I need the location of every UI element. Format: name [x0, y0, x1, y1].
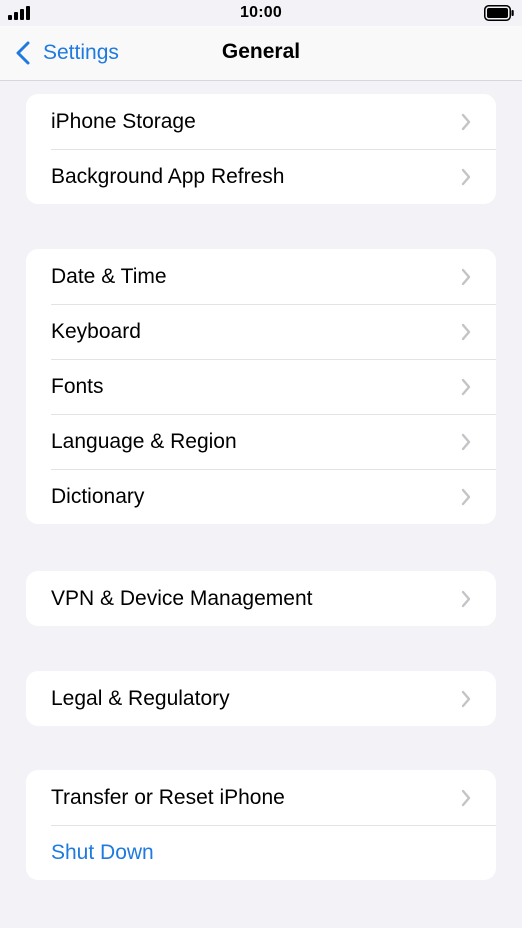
navigation-bar: Settings General [0, 26, 522, 81]
row-label: iPhone Storage [51, 109, 196, 133]
shut-down-label: Shut Down [51, 840, 154, 864]
chevron-right-icon [461, 113, 471, 130]
chevron-right-icon [461, 690, 471, 707]
chevron-right-icon [461, 323, 471, 340]
page-title: General [221, 40, 301, 63]
row-label: Date & Time [51, 264, 167, 288]
row-dictionary[interactable]: Dictionary [26, 469, 496, 524]
row-legal-regulatory[interactable]: Legal & Regulatory [26, 671, 496, 726]
shut-down-button[interactable]: Shut Down [26, 825, 496, 880]
row-keyboard[interactable]: Keyboard [26, 304, 496, 359]
settings-group-storage: iPhone Storage Background App Refresh [26, 94, 496, 204]
row-transfer-reset-iphone[interactable]: Transfer or Reset iPhone [26, 770, 496, 825]
settings-group-vpn: VPN & Device Management [26, 571, 496, 626]
chevron-right-icon [461, 268, 471, 285]
row-background-app-refresh[interactable]: Background App Refresh [26, 149, 496, 204]
row-date-time[interactable]: Date & Time [26, 249, 496, 304]
chevron-right-icon [461, 789, 471, 806]
row-label: Language & Region [51, 429, 237, 453]
row-vpn-device-management[interactable]: VPN & Device Management [26, 571, 496, 626]
chevron-right-icon [461, 168, 471, 185]
row-label: VPN & Device Management [51, 586, 313, 610]
settings-group-legal: Legal & Regulatory [26, 671, 496, 726]
row-fonts[interactable]: Fonts [26, 359, 496, 414]
row-label: Transfer or Reset iPhone [51, 785, 285, 809]
status-bar: 10:00 [0, 0, 522, 26]
row-iphone-storage[interactable]: iPhone Storage [26, 94, 496, 149]
chevron-right-icon [461, 590, 471, 607]
row-label: Keyboard [51, 319, 141, 343]
row-label: Background App Refresh [51, 164, 285, 188]
row-language-region[interactable]: Language & Region [26, 414, 496, 469]
settings-group-input: Date & Time Keyboard Fonts Language & Re… [26, 249, 496, 524]
row-label: Dictionary [51, 484, 145, 508]
settings-group-reset: Transfer or Reset iPhone Shut Down [26, 770, 496, 880]
chevron-right-icon [461, 488, 471, 505]
status-time: 10:00 [240, 4, 282, 21]
chevron-right-icon [461, 378, 471, 395]
row-label: Fonts [51, 374, 104, 398]
battery-full-icon [484, 5, 514, 21]
chevron-right-icon [461, 433, 471, 450]
row-label: Legal & Regulatory [51, 686, 230, 710]
